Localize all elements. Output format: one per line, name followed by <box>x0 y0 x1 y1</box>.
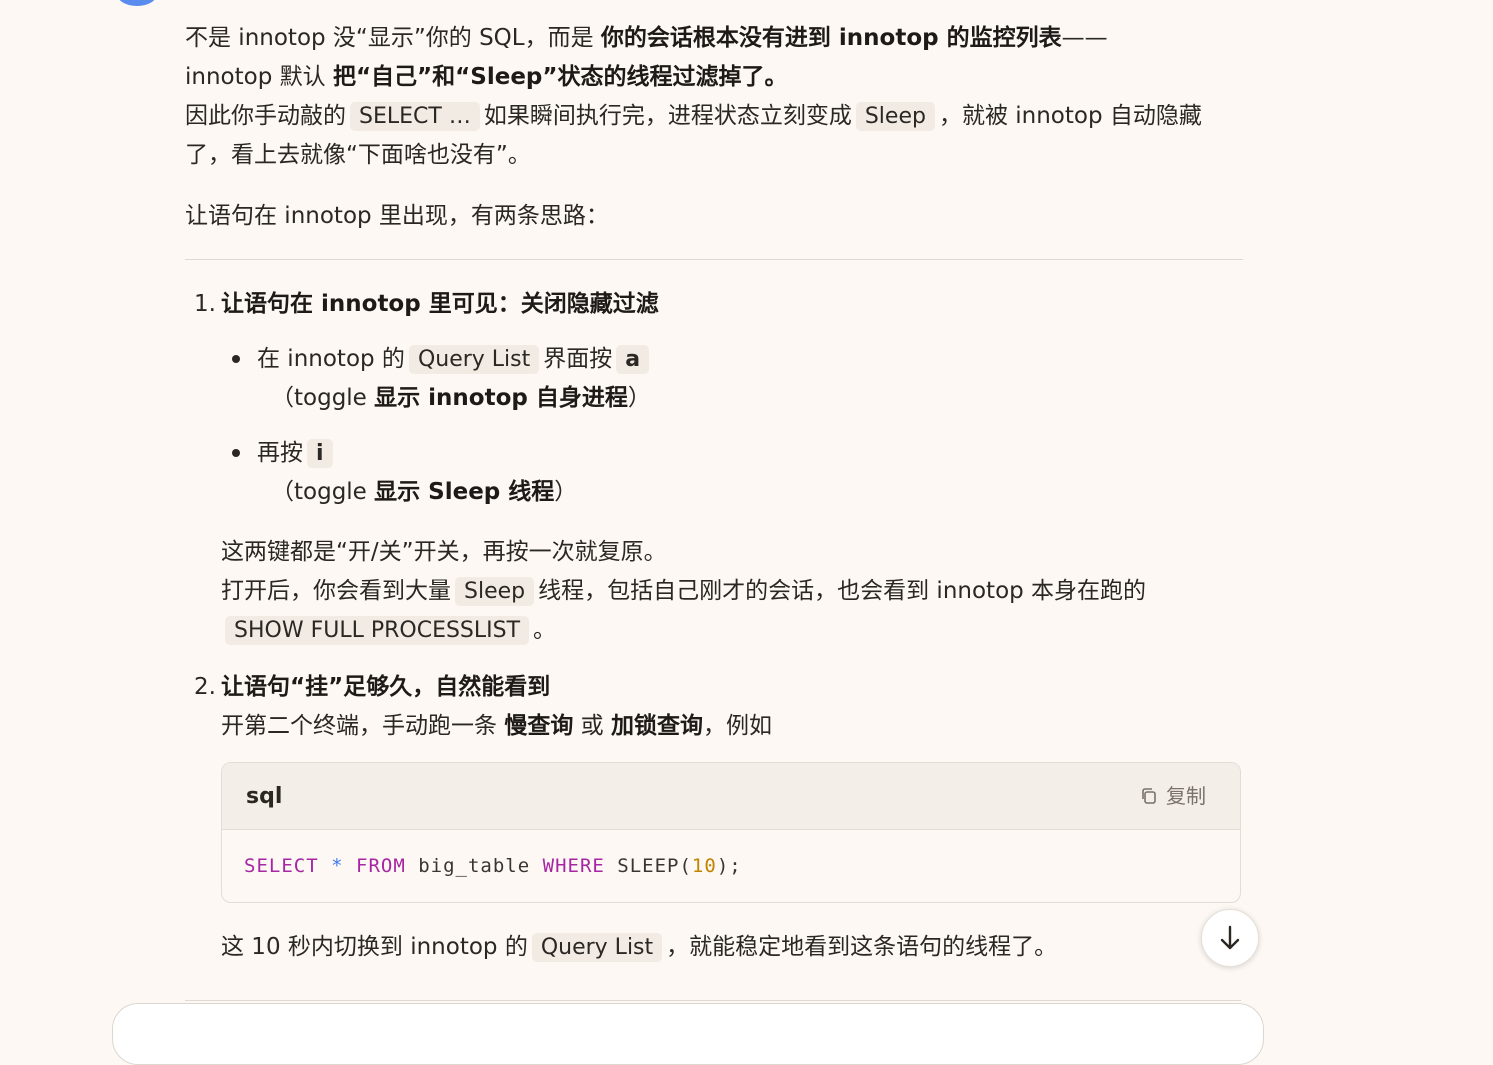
code-token: SLEEP( <box>617 854 692 877</box>
step-text: 这 10 秒内切换到 innotop 的 <box>221 934 528 960</box>
step-bold: 慢查询 <box>504 713 574 739</box>
code-token: big_table <box>418 854 531 877</box>
copy-label: 复制 <box>1166 783 1206 808</box>
intro-bold: 你的会话根本没有进到 innotop 的监控列表 <box>600 25 1062 51</box>
inline-code: Sleep <box>855 102 935 131</box>
bullet-item: 在 innotop 的 Query List 界面按 a （toggle 显示 inn… <box>221 340 1243 418</box>
code-token: * <box>331 854 344 877</box>
intro-text: ，就被 innotop 自动隐藏 <box>938 103 1202 129</box>
step-title: 让语句“挂”足够久，自然能看到 <box>221 674 551 700</box>
code-token: ); <box>716 854 742 877</box>
code-token: WHERE <box>542 854 605 877</box>
step-1: 1. 让语句在 innotop 里可见：关闭隐藏过滤 在 innotop 的 Qu… <box>185 285 1243 650</box>
step-number: 2. <box>194 674 216 700</box>
intro-text: innotop 默认 <box>185 64 333 90</box>
bullet-item: 再按 i （toggle 显示 Sleep 线程） <box>221 434 1243 512</box>
step-title: 让语句在 innotop 里可见：关闭隐藏过滤 <box>221 291 659 317</box>
intro-text: 不是 innotop 没“显示”你的 SQL，而是 <box>185 25 601 51</box>
avatar <box>117 0 157 6</box>
step-paragraph: 这 10 秒内切换到 innotop 的 Query List ，就能稳定地看到这条… <box>221 928 1243 967</box>
copy-button[interactable]: 复制 <box>1140 777 1206 816</box>
step-text: 开第二个终端，手动跑一条 <box>221 713 505 739</box>
intro-bold: 把“自己”和“Sleep”状态的线程过滤掉了。 <box>332 64 788 90</box>
inline-code: Sleep <box>455 577 535 606</box>
divider <box>185 1000 1241 1001</box>
key-code: i <box>307 439 333 468</box>
key-code: a <box>616 345 650 374</box>
divider <box>185 259 1243 260</box>
inline-code: SELECT … <box>350 102 480 131</box>
code-token: 10 <box>691 854 717 877</box>
scroll-to-bottom-button[interactable] <box>1201 909 1259 967</box>
step-number: 1. <box>194 291 216 317</box>
step-paragraph: 这两键都是“开/关”开关，再按一次就复原。 打开后，你会看到大量 Sleep 线程，… <box>221 533 1243 650</box>
step-text: 这两键都是“开/关”开关，再按一次就复原。 <box>221 539 667 565</box>
code-language: sql <box>246 783 283 809</box>
copy-icon <box>1142 788 1156 804</box>
intro-dash: —— <box>1061 25 1108 51</box>
bullet-text: 再按 <box>257 440 303 466</box>
step-bold: 加锁查询 <box>610 713 703 739</box>
note-text: ） <box>627 385 651 411</box>
step-text: 或 <box>573 713 611 739</box>
note-bold: 显示 innotop 自身进程 <box>374 385 628 411</box>
step-text: ，就能稳定地看到这条语句的线程了。 <box>666 934 1058 960</box>
note-text: （toggle <box>271 385 375 411</box>
intro-paragraph: 不是 innotop 没“显示”你的 SQL，而是 你的会话根本没有进到 inn… <box>185 19 1243 175</box>
chat-input[interactable] <box>112 1003 1264 1065</box>
bullet-note: （toggle 显示 Sleep 线程） <box>257 473 1243 512</box>
step-text: ，例如 <box>702 713 772 739</box>
bullet-dot <box>232 355 240 363</box>
step-text: 。 <box>533 617 557 643</box>
note-bold: 显示 Sleep 线程 <box>374 479 555 505</box>
bullet-text: 界面按 <box>543 346 613 372</box>
note-text: ） <box>554 479 578 505</box>
inline-code: SHOW FULL PROCESSLIST <box>225 616 530 645</box>
bullet-text: 在 innotop 的 <box>257 346 405 372</box>
assistant-message: 不是 innotop 没“显示”你的 SQL，而是 你的会话根本没有进到 inn… <box>185 19 1243 967</box>
inline-code: Query List <box>531 933 663 962</box>
arrow-down-icon <box>1220 925 1240 950</box>
bullet-dot <box>232 449 240 457</box>
step-text: 线程，包括自己刚才的会话，也会看到 innotop 本身在跑的 <box>538 578 1147 604</box>
code-header: sql 复制 <box>222 763 1240 830</box>
lead-paragraph: 让语句在 innotop 里出现，有两条思路： <box>185 203 609 229</box>
code-token: SELECT <box>244 854 319 877</box>
intro-text: 了，看上去就像“下面啥也没有”。 <box>185 142 531 168</box>
inline-code: Query List <box>408 345 540 374</box>
step-2: 2. 让语句“挂”足够久，自然能看到 开第二个终端，手动跑一条 慢查询 或 加锁… <box>185 668 1243 967</box>
intro-text: 因此你手动敲的 <box>185 103 346 129</box>
note-text: （toggle <box>271 479 375 505</box>
code-content: SELECT * FROM big_table WHERE SLEEP(10); <box>222 830 1240 902</box>
code-block: sql 复制 SELECT * FROM big_table WHERE SLE… <box>221 762 1241 903</box>
step-text: 打开后，你会看到大量 <box>221 578 451 604</box>
bullet-note: （toggle 显示 innotop 自身进程） <box>257 379 1243 418</box>
intro-text: 如果瞬间执行完，进程状态立刻变成 <box>483 103 852 129</box>
code-token: FROM <box>356 854 406 877</box>
